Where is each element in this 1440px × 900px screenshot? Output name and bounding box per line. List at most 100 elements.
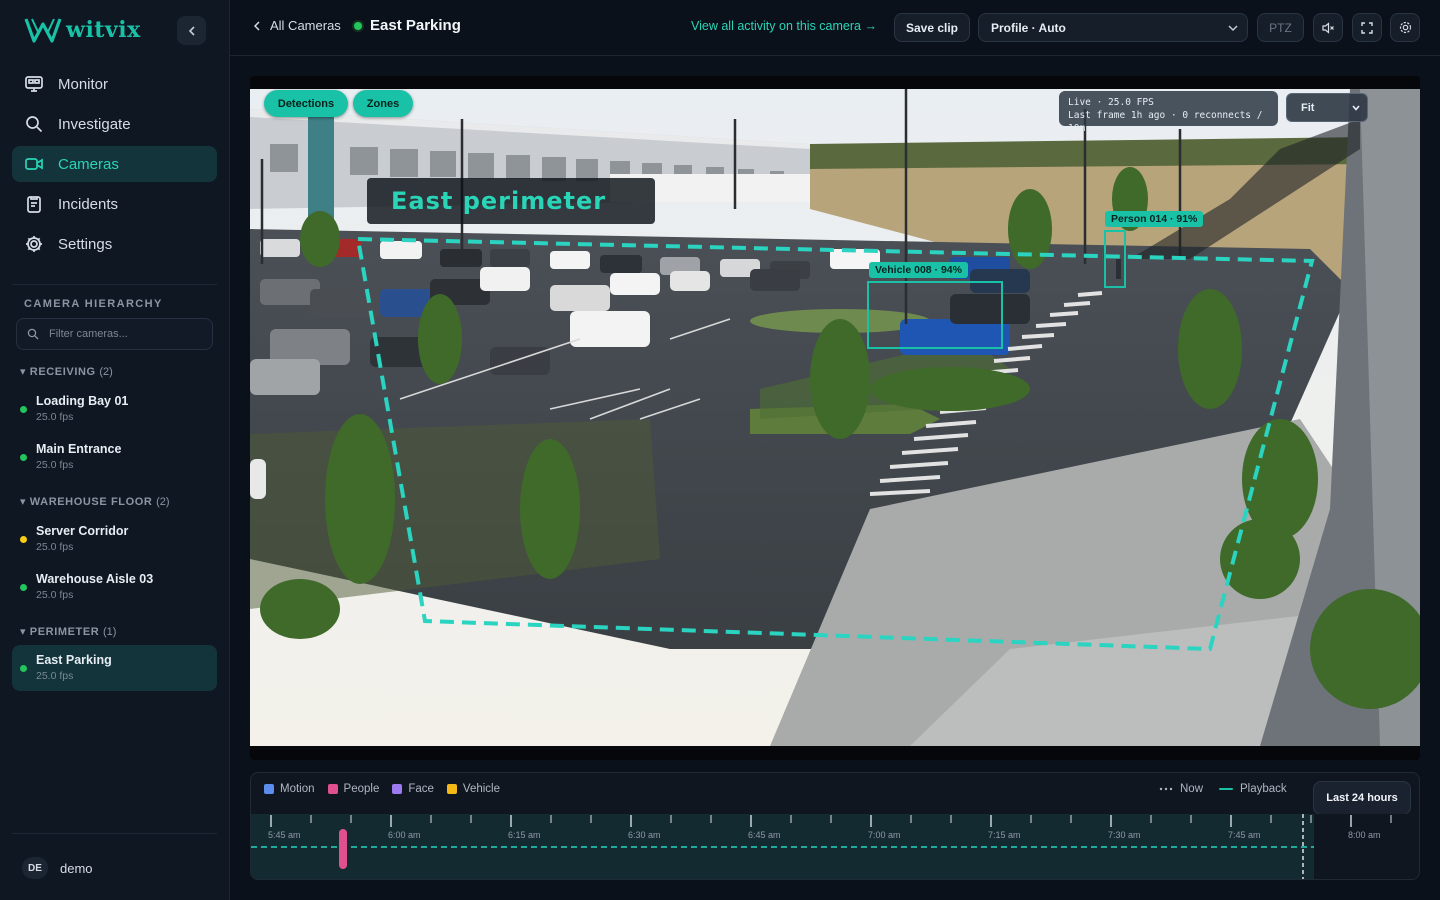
camera-title: East Parking [354, 17, 461, 34]
camera-fps: 25.0 fps [36, 541, 74, 553]
stream-stats-line: Live · 25.0 FPS [1068, 97, 1154, 108]
status-dot [20, 406, 27, 413]
group-name: RECEIVING [29, 366, 96, 378]
legend-label: Face [408, 783, 434, 795]
fullscreen-button[interactable] [1352, 13, 1382, 42]
divider [12, 833, 217, 834]
event-people [339, 829, 347, 869]
avatar: DE [22, 857, 48, 879]
group-perimeter[interactable]: ▾ PERIMETER (1) [20, 625, 116, 638]
main-nav: Monitor Investigate Cameras Incidents Se… [12, 66, 217, 266]
range-select[interactable]: Last 24 hours [1313, 781, 1411, 815]
search-icon [27, 328, 39, 340]
mute-button[interactable] [1313, 13, 1343, 42]
legend-swatch [392, 784, 403, 794]
timeline: Motion People Face Vehicle Now Playback … [250, 772, 1420, 880]
nav-label: Investigate [58, 115, 131, 133]
group-count: (2) [156, 496, 170, 508]
legend-swatch [446, 784, 457, 794]
profile-select[interactable]: Profile · Auto [978, 13, 1248, 42]
legend-label: Vehicle [462, 783, 501, 795]
camera-fps: 25.0 fps [36, 670, 74, 682]
legend-people[interactable]: People [327, 783, 380, 795]
nav-label: Cameras [58, 155, 119, 173]
collapse-sidebar-button[interactable] [177, 16, 206, 45]
fullscreen-icon [1361, 21, 1373, 34]
legend-swatch [327, 784, 338, 794]
nav-item-incidents[interactable]: Incidents [12, 186, 217, 222]
chevron-down-icon [1228, 24, 1238, 31]
nav-item-settings[interactable]: Settings [12, 226, 217, 262]
filter-cameras-input[interactable] [49, 328, 199, 340]
nav-label: Incidents [58, 195, 119, 213]
camera-item-main-entrance[interactable]: Main Entrance 25.0 fps [12, 434, 217, 480]
status-dot [20, 454, 27, 461]
camera-name: East Parking [36, 653, 112, 667]
camera-item-warehouse-aisle-03[interactable]: Warehouse Aisle 03 25.0 fps [12, 564, 217, 610]
stream-stats: Live · 25.0 FPS Last frame 1h ago · 0 re… [1059, 91, 1278, 134]
solid-line-icon [1219, 788, 1234, 790]
stream-stats-line: Last frame 1h ago · 0 reconnects / 10m [1068, 110, 1263, 134]
back-to-all-cameras[interactable]: All Cameras [252, 18, 341, 33]
chevron-left-icon [188, 25, 195, 36]
group-count: (1) [103, 626, 117, 638]
camera-title-text: East Parking [370, 17, 461, 34]
user-menu[interactable]: DE demo [22, 857, 93, 879]
mode-now[interactable]: Now [1159, 783, 1203, 795]
camera-name: Server Corridor [36, 524, 129, 538]
legend-vehicle[interactable]: Vehicle [446, 783, 501, 795]
video-player[interactable]: Detections Zones East perimeter Vehicle … [250, 76, 1420, 760]
camera-fps: 25.0 fps [36, 589, 74, 601]
legend-swatch [264, 784, 274, 794]
filter-cameras-field[interactable] [16, 318, 213, 350]
gear-icon [24, 234, 44, 254]
fit-select[interactable]: Fit [1286, 93, 1368, 122]
divider [12, 284, 217, 285]
ptz-button[interactable]: PTZ [1257, 13, 1304, 42]
gear-icon [1399, 21, 1411, 34]
zones-toggle[interactable]: Zones [353, 90, 413, 117]
legend-motion[interactable]: Motion [264, 783, 315, 795]
status-dot [20, 536, 27, 543]
save-clip-button[interactable]: Save clip [894, 13, 970, 42]
nav-item-investigate[interactable]: Investigate [12, 106, 217, 142]
legend-label: People [343, 783, 380, 795]
back-label: All Cameras [270, 18, 341, 33]
group-warehouse-floor[interactable]: ▾ WAREHOUSE FLOOR (2) [20, 495, 170, 508]
legend-label: Motion [280, 783, 315, 795]
tick-label: 7:15 am [988, 830, 1021, 840]
detection-label-person: Person 014 · 91% [1105, 211, 1204, 227]
detection-box-person[interactable] [1104, 230, 1126, 288]
tick-label: 7:00 am [868, 830, 901, 840]
detection-label-vehicle: Vehicle 008 · 94% [869, 262, 968, 278]
view-activity-link[interactable]: View all activity on this camera → [691, 19, 877, 33]
camera-name: Main Entrance [36, 442, 122, 456]
sidebar: witvix Monitor Investigate Cameras Incid… [0, 0, 230, 900]
chevron-down-icon [1352, 104, 1360, 111]
detection-box-vehicle[interactable] [867, 281, 1003, 349]
logo-icon [24, 18, 62, 43]
nav-label: Settings [58, 235, 113, 253]
tick-label: 7:30 am [1108, 830, 1141, 840]
timeline-track[interactable]: 5:45 am 6:00 am 6:15 am 6:30 am 6:45 am 7:00 … [251, 814, 1419, 879]
nav-item-monitor[interactable]: Monitor [12, 66, 217, 102]
mode-playback[interactable]: Playback [1219, 783, 1287, 795]
camera-item-east-parking[interactable]: East Parking 25.0 fps [12, 645, 217, 691]
logo[interactable]: witvix [24, 16, 141, 44]
detections-toggle[interactable]: Detections [264, 90, 348, 117]
mode-now-label: Now [1180, 783, 1204, 795]
fit-value: Fit [1301, 101, 1315, 114]
camera-name: Loading Bay 01 [36, 394, 129, 408]
nav-item-cameras[interactable]: Cameras [12, 146, 217, 182]
group-receiving[interactable]: ▾ RECEIVING (2) [20, 365, 113, 378]
tick-label: 8:00 am [1348, 830, 1381, 840]
camera-item-loading-bay-01[interactable]: Loading Bay 01 25.0 fps [12, 386, 217, 432]
status-dot [20, 665, 27, 672]
tick-label: 6:30 am [628, 830, 661, 840]
camera-name: Warehouse Aisle 03 [36, 572, 154, 586]
camera-settings-button[interactable] [1390, 13, 1420, 42]
legend-face[interactable]: Face [392, 783, 434, 795]
timeline-ruler: 5:45 am 6:00 am 6:15 am 6:30 am 6:45 am 7:00 … [251, 814, 1392, 879]
profile-value: Profile · Auto [991, 20, 1066, 35]
camera-item-server-corridor[interactable]: Server Corridor 25.0 fps [12, 516, 217, 562]
